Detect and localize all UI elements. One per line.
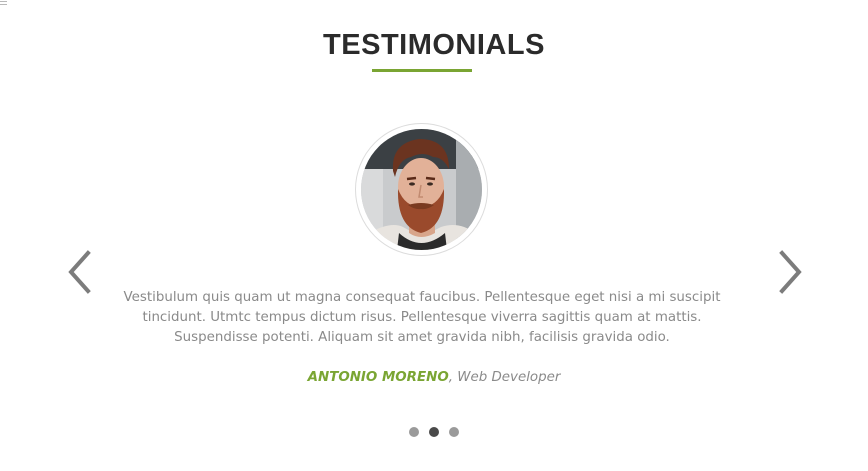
pagination-dot-1[interactable] [409, 427, 419, 437]
pagination-dot-3[interactable] [449, 427, 459, 437]
prev-slide-button[interactable] [66, 250, 94, 294]
chevron-right-icon [779, 250, 802, 294]
author-role: Web Developer [457, 370, 561, 385]
avatar-photo [361, 129, 482, 250]
author-separator: , [448, 370, 453, 385]
chevron-left-icon [68, 250, 91, 294]
pagination-dot-2[interactable] [429, 427, 439, 437]
quote-line: tincidunt. Utmtc tempus dictum risus. Pe… [142, 310, 702, 325]
author-name: ANTONIO MORENO [307, 370, 449, 385]
testimonial-quote: Vestibulum quis quam ut magna consequat … [122, 288, 722, 348]
title-underline [372, 69, 472, 72]
menu-icon[interactable] [0, 1, 7, 8]
avatar-frame [355, 123, 488, 256]
testimonials-section: TESTIMONIALS Vestibulum quis quam ut mag… [0, 0, 868, 471]
carousel-pagination [0, 427, 868, 437]
section-title: TESTIMONIALS [323, 29, 545, 61]
avatar [361, 129, 482, 250]
next-slide-button[interactable] [776, 250, 804, 294]
quote-line: Vestibulum quis quam ut magna consequat … [123, 290, 721, 305]
quote-line: Suspendisse potenti. Aliquam sit amet gr… [174, 330, 670, 345]
testimonial-author: ANTONIO MORENO, Web Developer [0, 368, 868, 388]
